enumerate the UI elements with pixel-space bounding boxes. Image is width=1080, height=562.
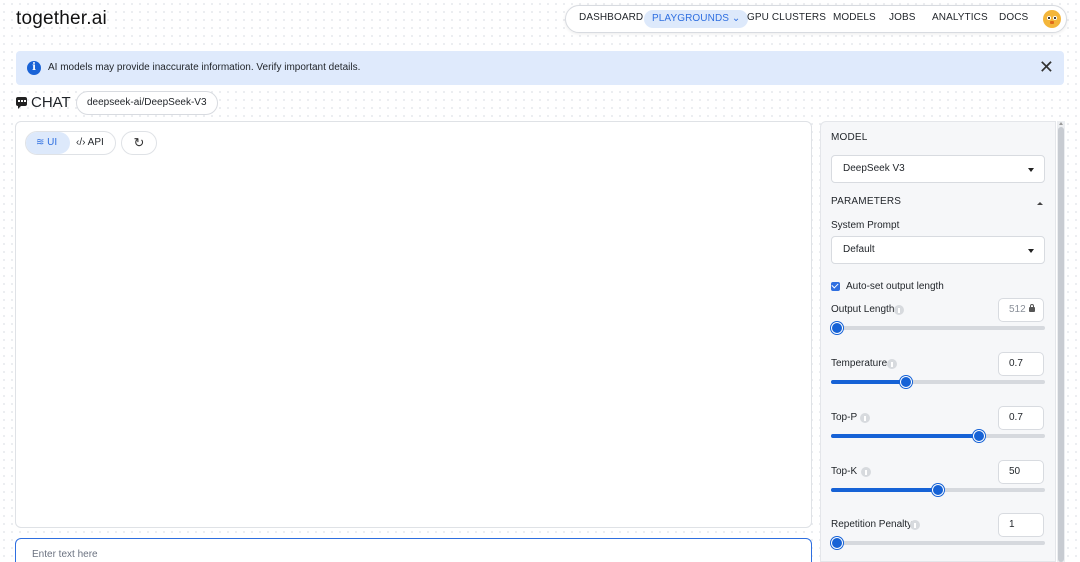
view-toggle: ≋ UI ‹/› API — [25, 131, 116, 155]
chevron-down-icon — [1028, 249, 1034, 253]
nav-gpu-clusters[interactable]: GPU CLUSTERS — [747, 12, 826, 23]
slider-thumb[interactable] — [899, 376, 912, 388]
info-icon[interactable] — [860, 413, 870, 423]
repetition-penalty-slider[interactable] — [831, 537, 1045, 549]
repetition-penalty-input[interactable]: 1 — [998, 513, 1044, 537]
slider-fill — [831, 380, 906, 384]
system-prompt-select[interactable]: Default — [831, 236, 1045, 264]
top-k-label: Top-K — [831, 466, 858, 477]
chat-bubble-icon — [16, 97, 27, 109]
top-p-value: 0.7 — [1009, 412, 1023, 423]
nav-playgrounds[interactable]: PLAYGROUNDS ⌄ — [644, 10, 749, 28]
model-section-label: MODEL — [831, 132, 868, 143]
info-icon[interactable] — [910, 520, 920, 530]
temperature-label: Temperature — [831, 358, 888, 369]
output-length-slider[interactable] — [831, 322, 1045, 334]
model-select-value: DeepSeek V3 — [843, 163, 905, 174]
model-chip[interactable]: deepseek-ai/DeepSeek-V3 — [76, 91, 218, 115]
slider-fill — [831, 488, 938, 492]
auto-output-checkbox[interactable] — [831, 282, 840, 291]
temperature-value: 0.7 — [1009, 358, 1023, 369]
system-prompt-label: System Prompt — [831, 220, 900, 231]
top-p-input[interactable]: 0.7 — [998, 406, 1044, 430]
lock-icon — [1029, 304, 1035, 312]
output-length-value: 512 — [1009, 304, 1026, 315]
page-title: CHAT — [31, 94, 71, 111]
scroll-up-icon[interactable] — [1059, 122, 1063, 125]
info-icon[interactable] — [894, 305, 904, 315]
slider-thumb[interactable] — [831, 537, 844, 549]
chat-panel: ≋ UI ‹/› API ↻ — [15, 121, 812, 528]
top-k-value: 50 — [1009, 466, 1021, 477]
temperature-slider[interactable] — [831, 376, 1045, 388]
model-select[interactable]: DeepSeek V3 — [831, 155, 1045, 183]
slider-thumb[interactable] — [932, 484, 944, 496]
top-p-label: Top-P — [831, 412, 858, 423]
auto-output-label: Auto-set output length — [846, 281, 944, 292]
info-alert: i AI models may provide inaccurate infor… — [16, 51, 1064, 85]
slider-fill — [831, 434, 979, 438]
slider-track — [831, 326, 1045, 330]
nav-analytics[interactable]: ANALYTICS — [932, 12, 988, 23]
repetition-penalty-value: 1 — [1009, 519, 1015, 530]
info-icon: i — [27, 61, 41, 75]
settings-panel: MODEL DeepSeek V3 PARAMETERS System Prom… — [820, 121, 1056, 562]
ui-toggle-button[interactable]: ≋ UI — [26, 132, 70, 154]
output-length-label: Output Length — [831, 304, 895, 315]
info-icon[interactable] — [887, 359, 897, 369]
chevron-down-icon — [1028, 168, 1034, 172]
top-k-slider[interactable] — [831, 484, 1045, 496]
settings-scrollbar[interactable] — [1057, 121, 1065, 562]
avatar[interactable] — [1043, 10, 1061, 28]
output-length-input: 512 — [998, 298, 1044, 322]
parameters-section-label: PARAMETERS — [831, 196, 902, 207]
top-k-input[interactable]: 50 — [998, 460, 1044, 484]
nav-dashboard[interactable]: DASHBOARD — [579, 12, 643, 23]
repetition-penalty-label: Repetition Penalty — [831, 519, 913, 530]
chevron-up-icon[interactable] — [1037, 202, 1043, 205]
api-toggle-button[interactable]: ‹/› API — [76, 132, 104, 154]
temperature-input[interactable]: 0.7 — [998, 352, 1044, 376]
top-nav: DASHBOARD PLAYGROUNDS ⌄ GPU CLUSTERS MOD… — [565, 5, 1067, 33]
logo[interactable]: together.ai — [16, 8, 107, 30]
slider-thumb[interactable] — [831, 322, 844, 334]
slider-track — [831, 541, 1045, 545]
alert-message: AI models may provide inaccurate informa… — [48, 62, 361, 73]
nav-docs[interactable]: DOCS — [999, 12, 1028, 23]
reset-icon[interactable]: ↻ — [121, 131, 157, 155]
close-icon[interactable]: ✕ — [1039, 56, 1054, 78]
slider-thumb[interactable] — [972, 430, 985, 442]
info-icon[interactable] — [861, 467, 871, 477]
nav-jobs[interactable]: JOBS — [889, 12, 916, 23]
nav-models[interactable]: MODELS — [833, 12, 876, 23]
top-p-slider[interactable] — [831, 430, 1045, 442]
chat-input-box — [15, 538, 812, 562]
chat-input[interactable] — [32, 549, 772, 560]
system-prompt-value: Default — [843, 244, 875, 255]
scrollbar-thumb[interactable] — [1058, 127, 1064, 562]
